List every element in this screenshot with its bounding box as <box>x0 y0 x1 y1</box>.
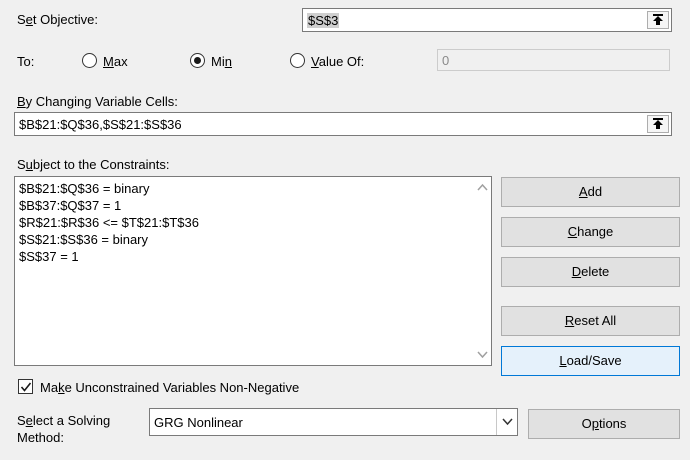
max-radio-circle[interactable] <box>82 53 97 68</box>
collapse-dialog-button[interactable] <box>647 11 669 29</box>
chevron-down-icon[interactable] <box>477 351 488 359</box>
max-radio[interactable]: Max <box>82 53 142 71</box>
options-button[interactable]: Options <box>528 409 680 439</box>
constraints-list[interactable]: $B$21:$Q$36 = binary $B$37:$Q$37 = 1 $R$… <box>14 176 492 366</box>
objective-value: $S$3 <box>307 13 340 28</box>
non-negative-checkbox[interactable]: Make Unconstrained Variables Non-Negativ… <box>18 379 318 397</box>
solving-method-select[interactable]: GRG Nonlinear <box>149 408 518 436</box>
min-radio-circle[interactable] <box>190 53 205 68</box>
changing-cells-input[interactable]: $B$21:$Q$36,$S$21:$S$36 <box>14 112 672 136</box>
load-save-button[interactable]: Load/Save <box>501 346 680 376</box>
value-of-value: 0 <box>442 53 450 68</box>
solving-method-label: Select a Solving <box>17 413 111 428</box>
add-button[interactable]: Add <box>501 177 680 207</box>
solving-method-value: GRG Nonlinear <box>154 415 243 430</box>
dropdown-button[interactable] <box>496 409 517 435</box>
chevron-up-icon[interactable] <box>477 183 488 191</box>
list-item[interactable]: $R$21:$R$36 <= $T$21:$T$36 <box>19 215 199 230</box>
value-of-input[interactable]: 0 <box>437 49 670 71</box>
collapse-changing-button[interactable] <box>647 115 669 133</box>
set-objective-label: Set Objective: <box>17 12 98 27</box>
list-item[interactable]: $B$37:$Q$37 = 1 <box>19 198 121 213</box>
list-item[interactable]: $S$37 = 1 <box>19 249 79 264</box>
list-item[interactable]: $B$21:$Q$36 = binary <box>19 181 149 196</box>
non-negative-label: Make Unconstrained Variables Non-Negativ… <box>40 380 300 395</box>
value-of-radio-label: Value Of: <box>311 54 365 69</box>
objective-input[interactable]: $S$3 <box>302 8 672 32</box>
solving-method-label-line2: Method: <box>17 430 64 445</box>
radio-selected-dot <box>194 57 201 64</box>
value-of-radio-circle[interactable] <box>290 53 305 68</box>
value-of-radio[interactable]: Value Of: <box>290 53 390 71</box>
list-item[interactable]: $S$21:$S$36 = binary <box>19 232 148 247</box>
chevron-down-icon <box>502 418 513 426</box>
change-button[interactable]: Change <box>501 217 680 247</box>
checkmark-icon <box>20 382 32 392</box>
checkbox-box[interactable] <box>18 379 33 394</box>
delete-button[interactable]: Delete <box>501 257 680 287</box>
min-radio[interactable]: Min <box>190 53 250 71</box>
changing-cells-label: By Changing Variable Cells: <box>17 94 178 109</box>
to-label: To: <box>17 54 35 69</box>
range-select-icon <box>653 118 663 129</box>
constraints-label: Subject to the Constraints: <box>17 157 170 172</box>
changing-cells-value: $B$21:$Q$36,$S$21:$S$36 <box>19 117 182 132</box>
min-radio-label: Min <box>211 54 232 69</box>
max-radio-label: Max <box>103 54 128 69</box>
constraints-scrollbar[interactable] <box>474 177 491 365</box>
reset-all-button[interactable]: Reset All <box>501 306 680 336</box>
range-select-icon <box>653 14 663 25</box>
